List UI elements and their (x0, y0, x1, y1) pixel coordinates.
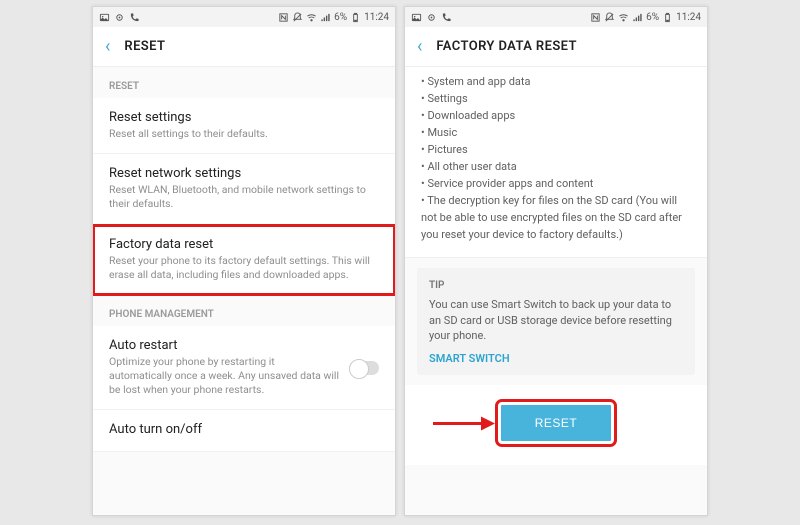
item-label: Factory data reset (109, 237, 379, 252)
bullet-item: • System and app data (421, 73, 691, 90)
item-auto-turn-onoff[interactable]: Auto turn on/off (93, 410, 395, 452)
back-icon[interactable]: ‹ (417, 38, 422, 56)
content-scroll[interactable]: RESET Reset settings Reset all settings … (93, 67, 395, 515)
back-icon[interactable]: ‹ (105, 38, 110, 56)
auto-restart-toggle[interactable] (349, 361, 379, 375)
arrow-icon (431, 414, 495, 435)
title-bar: ‹ FACTORY DATA RESET (405, 27, 707, 67)
page-title: FACTORY DATA RESET (436, 39, 577, 54)
battery-pct: 6% (334, 12, 347, 23)
item-reset-settings[interactable]: Reset settings Reset all settings to the… (93, 98, 395, 154)
settings-status-icon (426, 12, 437, 23)
section-header-phone-mgmt: PHONE MANAGEMENT (93, 295, 395, 326)
mute-icon (292, 12, 303, 23)
bullet-item: • Downloaded apps (421, 107, 691, 124)
call-icon (129, 12, 140, 23)
bullet-item: • The decryption key for files on the SD… (421, 192, 691, 243)
item-factory-data-reset[interactable]: Factory data reset Reset your phone to i… (93, 225, 395, 295)
clock: 11:24 (364, 12, 389, 23)
mute-icon (604, 12, 615, 23)
gallery-icon (99, 12, 110, 23)
nfc-icon (590, 12, 601, 23)
status-bar: 6% 11:24 (93, 7, 395, 27)
status-bar: 6% 11:24 (405, 7, 707, 27)
bullet-item: • Settings (421, 90, 691, 107)
section-header-reset: RESET (93, 67, 395, 98)
item-label: Auto restart (109, 338, 339, 353)
item-label: Auto turn on/off (109, 422, 379, 437)
battery-icon (350, 12, 361, 23)
tip-box: TIP You can use Smart Switch to back up … (417, 268, 695, 374)
wifi-icon (618, 12, 629, 23)
reset-button[interactable]: RESET (501, 405, 612, 441)
wifi-icon (306, 12, 317, 23)
phone-right: 6% 11:24 ‹ FACTORY DATA RESET • System a… (404, 6, 708, 516)
bullet-item: • All other user data (421, 158, 691, 175)
page-title: RESET (124, 39, 165, 54)
tip-text: You can use Smart Switch to back up your… (429, 297, 683, 343)
clock: 11:24 (676, 12, 701, 23)
bullet-item: • Music (421, 124, 691, 141)
phone-left: 6% 11:24 ‹ RESET RESET Reset settings Re… (92, 6, 396, 516)
battery-pct: 6% (646, 12, 659, 23)
signal-icon (632, 12, 643, 23)
reset-bullets: • System and app data • Settings • Downl… (405, 67, 707, 258)
battery-icon (662, 12, 673, 23)
bullet-item: • Pictures (421, 141, 691, 158)
call-icon (441, 12, 452, 23)
content-scroll[interactable]: • System and app data • Settings • Downl… (405, 67, 707, 515)
item-label: Reset network settings (109, 166, 379, 181)
settings-status-icon (114, 12, 125, 23)
signal-icon (320, 12, 331, 23)
smart-switch-link[interactable]: SMART SWITCH (429, 352, 683, 365)
item-label: Reset settings (109, 110, 379, 125)
item-auto-restart[interactable]: Auto restart Optimize your phone by rest… (93, 326, 395, 411)
action-area: RESET (405, 385, 707, 465)
item-desc: Optimize your phone by restarting it aut… (109, 355, 339, 398)
item-reset-network[interactable]: Reset network settings Reset WLAN, Bluet… (93, 154, 395, 224)
nfc-icon (278, 12, 289, 23)
title-bar: ‹ RESET (93, 27, 395, 67)
bullet-item: • Service provider apps and content (421, 175, 691, 192)
item-desc: Reset all settings to their defaults. (109, 127, 379, 141)
tip-label: TIP (429, 280, 683, 291)
gallery-icon (411, 12, 422, 23)
item-desc: Reset your phone to its factory default … (109, 254, 379, 282)
item-desc: Reset WLAN, Bluetooth, and mobile networ… (109, 183, 379, 211)
